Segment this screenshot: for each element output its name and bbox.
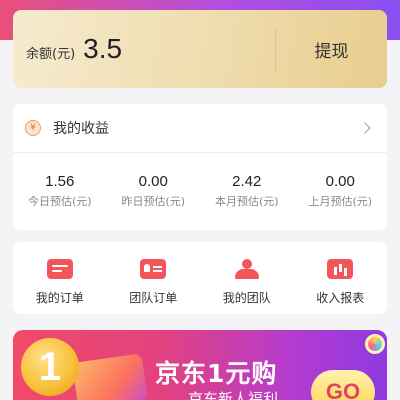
- stat-label: 本月预估(元): [214, 195, 279, 208]
- income-report-button[interactable]: 收入报表: [294, 242, 388, 314]
- banner-decoration: [72, 353, 148, 400]
- withdraw-button[interactable]: 提现: [276, 37, 387, 62]
- stat-value: 0.00: [325, 173, 355, 190]
- earnings-title: 我的收益: [53, 121, 109, 137]
- my-team-button[interactable]: 我的团队: [200, 242, 294, 314]
- report-chart-icon: [327, 259, 354, 279]
- team-orders-button[interactable]: 团队订单: [107, 242, 201, 314]
- stat-value: 0.00: [138, 173, 168, 190]
- earnings-card: ¥ 我的收益 1.56 今日预估(元) 0.00 昨日预估(元) 2.42 本月…: [13, 104, 387, 230]
- stat-value: 2.42: [232, 173, 262, 190]
- chevron-right-icon: [359, 122, 371, 134]
- stat-today: 1.56 今日预估(元): [13, 173, 107, 209]
- order-item-label: 我的订单: [35, 291, 84, 305]
- stat-this-month: 2.42 本月预估(元): [200, 173, 294, 209]
- order-item-label: 团队订单: [129, 291, 178, 305]
- stat-value: 1.56: [45, 173, 75, 190]
- balance-card: 余额(元) 3.5 提现: [13, 10, 387, 88]
- banner-subtitle: 京东新人福利: [188, 390, 279, 400]
- order-item-label: 收入报表: [316, 291, 365, 305]
- order-item-label: 我的团队: [222, 291, 271, 305]
- earnings-header[interactable]: ¥ 我的收益: [13, 104, 387, 153]
- ball-decoration-icon: [365, 334, 385, 354]
- stat-last-month: 0.00 上月预估(元): [294, 173, 388, 209]
- banner-title: 京东1元购: [155, 359, 278, 388]
- coin-icon: 1: [21, 338, 79, 396]
- balance-label: 余额(元): [26, 47, 76, 62]
- money-bag-icon: ¥: [25, 120, 41, 136]
- order-list-icon: [46, 259, 73, 279]
- stat-yesterday: 0.00 昨日预估(元): [107, 173, 201, 209]
- stat-label: 昨日预估(元): [121, 195, 186, 208]
- balance-value: 3.5: [83, 33, 123, 64]
- orders-card: 我的订单 团队订单 我的团队 收入报表: [13, 242, 387, 314]
- team-icon: [234, 259, 260, 279]
- team-order-icon: [140, 259, 167, 279]
- earnings-stats: 1.56 今日预估(元) 0.00 昨日预估(元) 2.42 本月预估(元) 0…: [13, 153, 387, 209]
- my-orders-button[interactable]: 我的订单: [13, 242, 107, 314]
- balance-info: 余额(元) 3.5: [13, 33, 275, 65]
- stat-label: 今日预估(元): [27, 195, 92, 208]
- jd-promo-banner[interactable]: 1 京东1元购 京东新人福利 GO: [13, 330, 387, 400]
- go-button[interactable]: GO: [311, 370, 375, 400]
- stat-label: 上月预估(元): [308, 195, 373, 208]
